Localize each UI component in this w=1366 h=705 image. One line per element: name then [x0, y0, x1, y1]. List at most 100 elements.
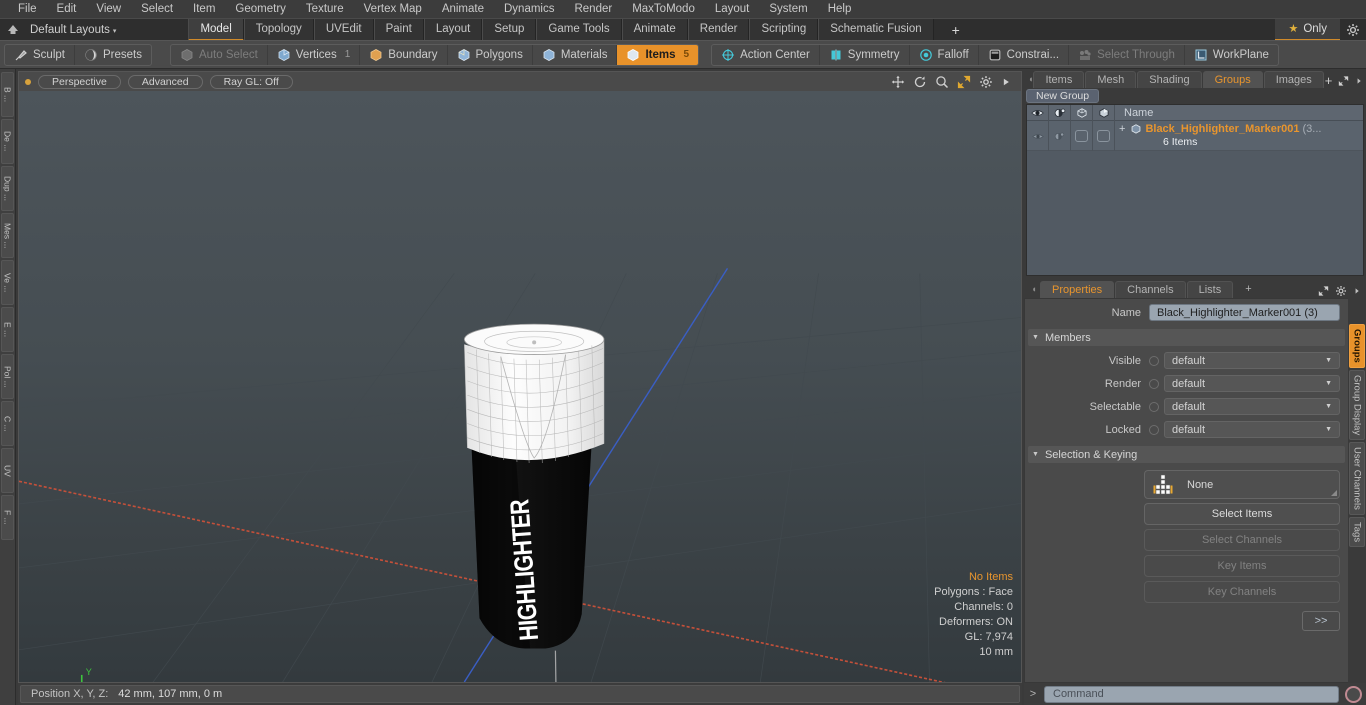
name-field[interactable]: Black_Highlighter_Marker001 (3): [1149, 304, 1340, 321]
add-properties-tab[interactable]: +: [1234, 281, 1262, 298]
vtab-curve[interactable]: C ...: [1, 401, 14, 446]
boundary-button[interactable]: Boundary: [360, 44, 448, 65]
tab-channels[interactable]: Channels: [1115, 281, 1186, 298]
selection-set-picker[interactable]: None: [1144, 470, 1340, 499]
sculpt-button[interactable]: Sculpt: [5, 44, 75, 65]
tab-animate[interactable]: Animate: [621, 18, 688, 41]
rvtab-tags[interactable]: Tags: [1349, 516, 1365, 547]
menu-item-item[interactable]: Item: [183, 0, 225, 18]
home-icon[interactable]: [0, 22, 26, 37]
tab-groups[interactable]: Groups: [1202, 71, 1263, 88]
tab-properties[interactable]: Properties: [1040, 281, 1115, 298]
rvtab-groups[interactable]: Groups: [1349, 324, 1365, 368]
locked-select[interactable]: default ▼: [1164, 421, 1340, 438]
vtab-deform[interactable]: De ...: [1, 119, 14, 164]
tab-topology[interactable]: Topology: [243, 18, 314, 41]
item-list-empty-area[interactable]: [1027, 151, 1363, 275]
expand-icon[interactable]: [1338, 74, 1349, 88]
tab-items[interactable]: Items: [1033, 71, 1085, 88]
forward-button[interactable]: >>: [1302, 611, 1340, 631]
menu-item-view[interactable]: View: [86, 0, 131, 18]
constraint-button[interactable]: Constrai...: [979, 44, 1070, 65]
move-icon[interactable]: [891, 75, 905, 89]
menu-item-animate[interactable]: Animate: [432, 0, 494, 18]
workplane-button[interactable]: WorkPlane: [1185, 45, 1278, 65]
menu-item-select[interactable]: Select: [131, 0, 183, 18]
selection-keying-section-header[interactable]: ▼ Selection & Keying: [1028, 446, 1345, 463]
row-render-toggle[interactable]: [1049, 121, 1071, 151]
auto-select-button[interactable]: Auto Select: [171, 44, 268, 65]
falloff-button[interactable]: Falloff: [910, 44, 979, 65]
tab-setup[interactable]: Setup: [482, 18, 537, 41]
tab-paint[interactable]: Paint: [373, 18, 424, 41]
render-select[interactable]: default ▼: [1164, 375, 1340, 392]
tab-uvedit[interactable]: UVEdit: [313, 18, 374, 41]
members-section-header[interactable]: ▼ Members: [1028, 329, 1345, 346]
visible-select[interactable]: default ▼: [1164, 352, 1340, 369]
presets-button[interactable]: Presets: [75, 45, 151, 65]
fit-icon[interactable]: [957, 75, 971, 89]
materials-button[interactable]: Materials: [533, 44, 618, 65]
row-outline-toggle[interactable]: [1071, 121, 1093, 151]
vtab-duplicate[interactable]: Dup ...: [1, 166, 14, 211]
action-center-button[interactable]: Action Center: [712, 44, 820, 65]
play-icon[interactable]: [1001, 75, 1011, 89]
gear-icon[interactable]: [979, 75, 993, 89]
layout-selector[interactable]: Default Layouts ▾: [26, 24, 126, 36]
record-icon[interactable]: [1345, 685, 1362, 703]
tab-mesh[interactable]: Mesh ...: [1085, 71, 1137, 102]
symmetry-button[interactable]: Symmetry: [820, 44, 910, 65]
select-through-button[interactable]: Select Through: [1069, 44, 1185, 65]
menu-item-dynamics[interactable]: Dynamics: [494, 0, 564, 18]
chevron-right-icon[interactable]: [1353, 284, 1361, 298]
menu-item-geometry[interactable]: Geometry: [225, 0, 296, 18]
tab-shading[interactable]: Shading: [1137, 71, 1202, 88]
selectable-select[interactable]: default ▼: [1164, 398, 1340, 415]
viewport-3d[interactable]: HIGHLIGHTER Y No Items Polygons: Face C…: [18, 91, 1022, 683]
command-input[interactable]: Command: [1044, 685, 1339, 703]
tab-lists[interactable]: Lists: [1186, 281, 1234, 298]
menu-item-help[interactable]: Help: [818, 0, 862, 18]
add-tab-button[interactable]: +: [1325, 73, 1333, 88]
menu-item-maxtomodo[interactable]: MaxToModo: [622, 0, 705, 18]
tab-schematic-fusion[interactable]: Schematic Fusion: [818, 18, 934, 41]
tab-scripting[interactable]: Scripting: [749, 18, 819, 41]
only-toggle-button[interactable]: ★ Only: [1275, 18, 1340, 41]
menu-item-file[interactable]: File: [8, 0, 47, 18]
table-row[interactable]: + Black_Highlighter_Marker001 (3... 6 It…: [1027, 121, 1363, 151]
tab-render[interactable]: Render: [687, 18, 750, 41]
viewport-projection-selector[interactable]: Perspective: [38, 74, 121, 89]
vtab-edge[interactable]: E ...: [1, 307, 14, 352]
menu-item-render[interactable]: Render: [564, 0, 622, 18]
vtab-polygon[interactable]: Pol ...: [1, 354, 14, 399]
vtab-uv[interactable]: UV: [1, 448, 14, 493]
new-group-button[interactable]: New Group: [1026, 89, 1100, 103]
select-items-button[interactable]: Select Items: [1144, 503, 1340, 525]
gear-icon[interactable]: [1335, 284, 1347, 298]
rvtab-group-display[interactable]: Group Display: [1349, 369, 1365, 440]
add-tab-button[interactable]: +: [944, 22, 968, 38]
vtab-basic[interactable]: B ...: [1, 72, 14, 117]
expand-toggle[interactable]: +: [1119, 123, 1125, 135]
polygons-button[interactable]: Polygons: [448, 44, 533, 65]
locked-indicator[interactable]: [1149, 424, 1159, 435]
menu-item-layout[interactable]: Layout: [705, 0, 760, 18]
rvtab-user-channels[interactable]: User Channels: [1349, 441, 1365, 515]
row-eye-toggle[interactable]: [1027, 121, 1049, 151]
menu-item-texture[interactable]: Texture: [296, 0, 354, 18]
viewport-raygl-selector[interactable]: Ray GL: Off: [209, 74, 293, 89]
render-indicator[interactable]: [1149, 378, 1159, 389]
visible-indicator[interactable]: [1149, 355, 1159, 366]
menu-item-system[interactable]: System: [759, 0, 817, 18]
properties-menu-icon[interactable]: ◖: [1028, 280, 1040, 298]
vtab-vertex[interactable]: Ve ...: [1, 260, 14, 305]
expand-icon[interactable]: [1318, 284, 1329, 298]
zoom-icon[interactable]: [935, 75, 949, 89]
items-button[interactable]: Items 5: [617, 44, 699, 65]
chevron-right-icon[interactable]: [1355, 74, 1363, 88]
group-item-list[interactable]: Name + Black_Highlighter_Marker001 (3...…: [1026, 104, 1364, 276]
tab-images[interactable]: Images: [1263, 71, 1324, 88]
tab-game-tools[interactable]: Game Tools: [536, 18, 622, 41]
vtab-mesh[interactable]: Mes ...: [1, 213, 14, 258]
vertices-button[interactable]: Vertices 1: [268, 44, 361, 65]
